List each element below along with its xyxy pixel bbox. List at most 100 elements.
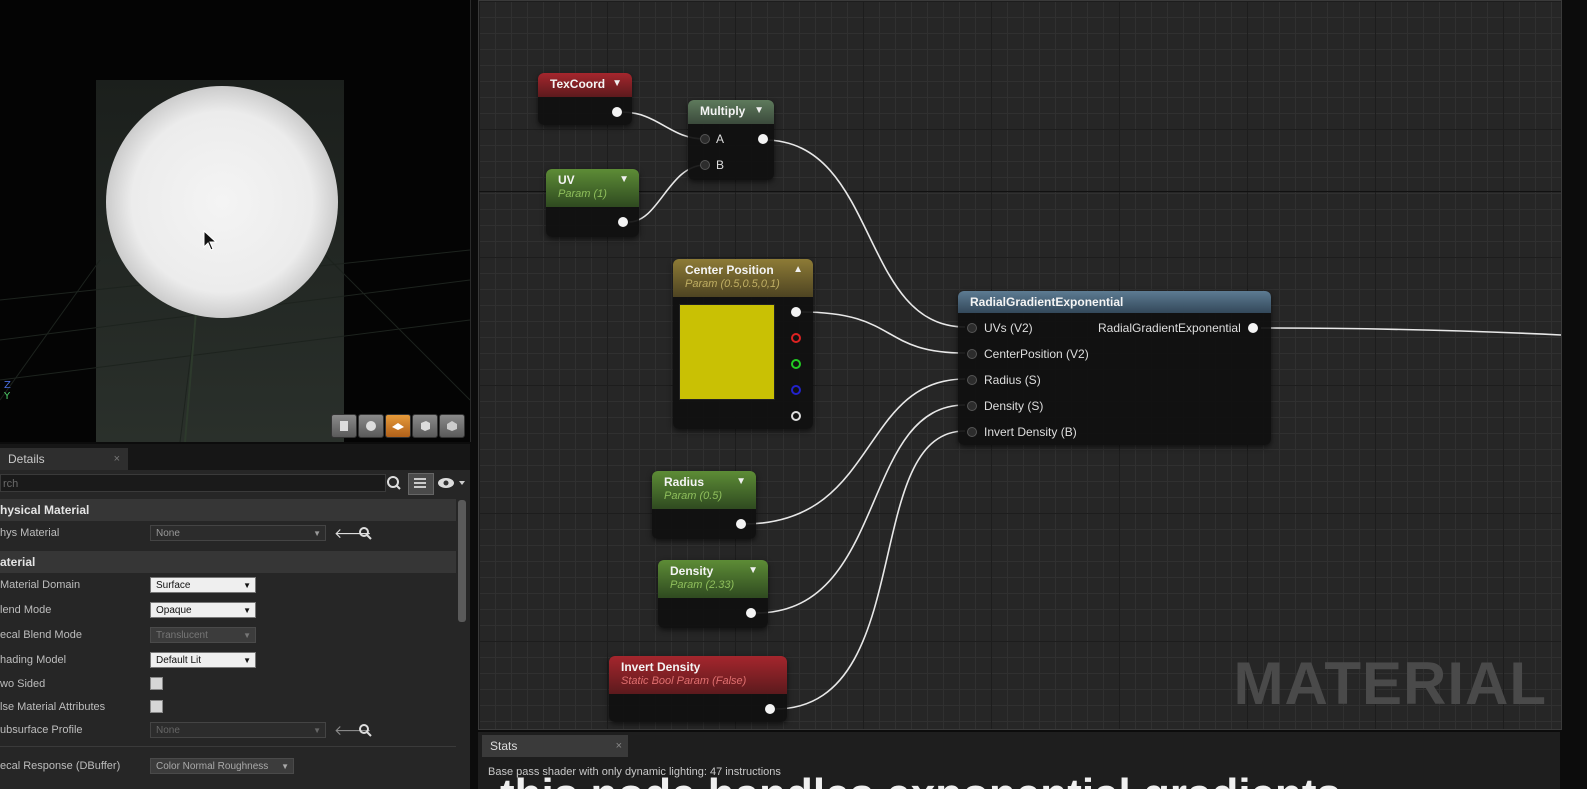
input-pin-invert-density[interactable]: [967, 427, 977, 437]
output-pin-r[interactable]: [791, 333, 801, 343]
two-sided-checkbox[interactable]: [150, 677, 163, 690]
collapse-icon[interactable]: ▼: [612, 78, 622, 89]
color-swatch[interactable]: [679, 304, 775, 400]
eye-visibility-icon[interactable]: [436, 476, 466, 490]
pin-uvs-label: UVs (V2): [984, 321, 1033, 335]
node-title: Radius: [664, 475, 705, 489]
row-blend-mode: lend Mode Opaque ▼: [0, 598, 456, 622]
chevron-down-icon: ▼: [243, 631, 251, 640]
blend-mode-value: Opaque: [156, 605, 192, 616]
search-icon[interactable]: [386, 475, 402, 491]
pin-center-position-label: CenterPosition (V2): [984, 347, 1089, 361]
row-two-sided: wo Sided: [0, 672, 456, 696]
chevron-down-icon: ▼: [281, 762, 289, 771]
mesh-preview-button[interactable]: [439, 414, 465, 438]
node-radial-gradient-exponential[interactable]: RadialGradientExponential UVs (V2) Cente…: [958, 291, 1271, 445]
input-pin-center-position[interactable]: [967, 349, 977, 359]
input-pin-uvs[interactable]: [967, 323, 977, 333]
output-pin[interactable]: [758, 134, 768, 144]
sphere-icon: [366, 421, 376, 431]
graph-watermark: MATERIAL: [1233, 650, 1547, 717]
output-pin-b[interactable]: [791, 385, 801, 395]
node-multiply[interactable]: Multiply ▼ A B: [688, 100, 774, 180]
material-preview-viewport[interactable]: Z Y: [0, 0, 471, 442]
tab-stats[interactable]: Stats ×: [482, 735, 628, 757]
phys-material-dropdown[interactable]: None ▼: [150, 525, 326, 541]
row-phys-material: hys Material None ▼ 🡐: [0, 521, 456, 545]
output-pin-g[interactable]: [791, 359, 801, 369]
preview-sphere: [106, 86, 338, 318]
node-header: Density Param (2.33) ▼: [658, 560, 768, 598]
decal-blend-mode-label: ecal Blend Mode: [0, 629, 82, 641]
use-material-attributes-label: lse Material Attributes: [0, 701, 106, 713]
node-subtitle: Param (0.5): [664, 490, 723, 502]
node-texcoord[interactable]: TexCoord ▼: [538, 73, 632, 125]
output-pin[interactable]: [765, 704, 775, 714]
shading-model-dropdown[interactable]: Default Lit ▼: [150, 652, 256, 668]
blend-mode-label: lend Mode: [0, 604, 52, 616]
output-pin[interactable]: [746, 608, 756, 618]
blend-mode-dropdown[interactable]: Opaque ▼: [150, 602, 256, 618]
use-material-attributes-checkbox[interactable]: [150, 700, 163, 713]
subsurface-profile-dropdown[interactable]: None ▼: [150, 722, 326, 738]
output-pin[interactable]: [1248, 323, 1258, 333]
output-label: RadialGradientExponential: [1098, 321, 1241, 335]
tab-close-icon[interactable]: ×: [114, 448, 120, 470]
details-panel: Details × rch hysical Material hys Mater…: [0, 444, 470, 789]
browse-search-icon[interactable]: [358, 723, 372, 737]
material-domain-dropdown[interactable]: Surface ▼: [150, 577, 256, 593]
decal-response-label: ecal Response (DBuffer): [0, 760, 121, 772]
node-header: TexCoord ▼: [538, 73, 632, 97]
browse-search-icon[interactable]: [358, 526, 372, 540]
node-uv-param[interactable]: UV Param (1) ▼: [546, 169, 639, 237]
shading-model-value: Default Lit: [156, 655, 202, 666]
input-pin-density[interactable]: [967, 401, 977, 411]
tab-details[interactable]: Details ×: [0, 448, 128, 470]
input-pin-radius[interactable]: [967, 375, 977, 385]
pin-a-label: A: [716, 132, 725, 146]
node-title: TexCoord: [550, 77, 606, 91]
cube-preview-button[interactable]: [412, 414, 438, 438]
decal-blend-mode-dropdown[interactable]: Translucent ▼: [150, 627, 256, 643]
tab-close-icon[interactable]: ×: [616, 735, 622, 757]
node-subtitle: Static Bool Param (False): [621, 675, 747, 687]
input-pin-b[interactable]: [700, 160, 710, 170]
decal-response-dropdown[interactable]: Color Normal Roughness ▼: [150, 758, 294, 774]
node-radius-param[interactable]: Radius Param (0.5) ▼: [652, 471, 756, 539]
section-material[interactable]: aterial: [0, 551, 456, 573]
material-graph-canvas[interactable]: TexCoord ▼ Multiply ▼ A B UV Param (1) ▼…: [478, 0, 1562, 730]
details-search-input[interactable]: rch: [0, 474, 386, 492]
video-caption-bar: this node handles exponential gradients: [480, 768, 1560, 789]
node-header: Center Position Param (0.5,0.5,0,1) ▲: [673, 259, 813, 297]
phys-material-value: None: [156, 528, 180, 539]
node-center-position[interactable]: Center Position Param (0.5,0.5,0,1) ▲: [673, 259, 813, 429]
two-sided-label: wo Sided: [0, 678, 46, 690]
output-pin[interactable]: [736, 519, 746, 529]
details-scrollbar[interactable]: [458, 500, 466, 622]
node-invert-density[interactable]: Invert Density Static Bool Param (False): [609, 656, 787, 722]
output-pin[interactable]: [618, 217, 628, 227]
expand-icon[interactable]: ▲: [793, 264, 803, 275]
section-physical-material[interactable]: hysical Material: [0, 499, 456, 521]
output-pin[interactable]: [612, 107, 622, 117]
collapse-icon[interactable]: ▼: [754, 105, 764, 116]
node-density-param[interactable]: Density Param (2.33) ▼: [658, 560, 768, 628]
plane-preview-button[interactable]: [385, 414, 411, 438]
cylinder-preview-button[interactable]: [331, 414, 357, 438]
chevron-down-icon: ▼: [243, 606, 251, 615]
collapse-icon[interactable]: ▼: [619, 174, 629, 185]
collapse-icon[interactable]: ▼: [748, 565, 758, 576]
output-pin-rgba[interactable]: [791, 307, 801, 317]
input-pin-a[interactable]: [700, 134, 710, 144]
collapse-icon[interactable]: ▼: [736, 476, 746, 487]
tab-stats-label: Stats: [490, 739, 518, 753]
sphere-preview-button[interactable]: [358, 414, 384, 438]
output-pin-a[interactable]: [791, 411, 801, 421]
video-caption: this node handles exponential gradients: [500, 770, 1341, 789]
node-title: Invert Density: [621, 660, 701, 674]
material-domain-value: Surface: [156, 580, 191, 591]
cylinder-icon: [340, 421, 348, 431]
decal-blend-mode-value: Translucent: [156, 630, 208, 641]
tab-details-label: Details: [8, 452, 45, 466]
view-options-button[interactable]: [408, 473, 434, 495]
